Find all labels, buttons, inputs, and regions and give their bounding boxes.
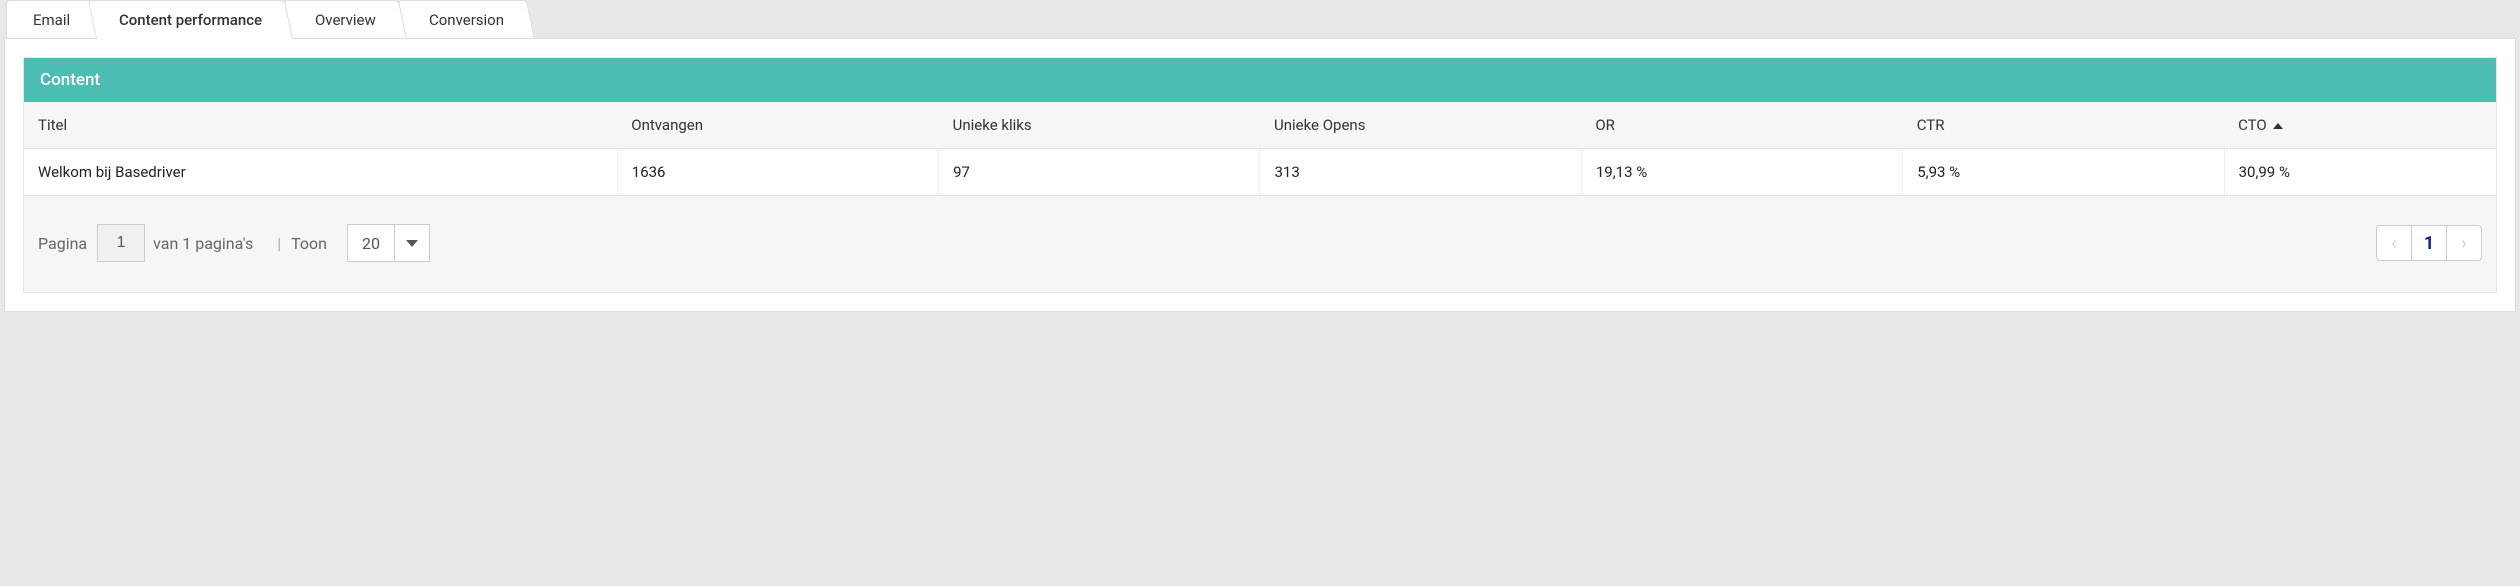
of-pages: van 1 pagina's <box>153 234 253 253</box>
tab-label: Content performance <box>119 11 262 29</box>
cell-ctr: 5,93 % <box>1903 149 2224 196</box>
page-input[interactable] <box>97 224 145 262</box>
cell-or: 19,13 % <box>1581 149 1902 196</box>
tab-label: Email <box>33 11 70 29</box>
page-size-value: 20 <box>348 225 395 261</box>
cell-uopens: 313 <box>1260 149 1581 196</box>
page-nav: ‹ 1 › <box>2377 225 2482 261</box>
cell-ukliks: 97 <box>939 149 1260 196</box>
tab-content-performance[interactable]: Content performance <box>88 0 293 39</box>
tab-overview[interactable]: Overview <box>284 0 407 39</box>
tab-email[interactable]: Email <box>6 0 97 39</box>
col-ctr[interactable]: CTR <box>1903 102 2224 149</box>
content-table: Titel Ontvangen Unieke kliks Unieke Open… <box>24 102 2496 196</box>
col-titel[interactable]: Titel <box>24 102 617 149</box>
prev-page-button[interactable]: ‹ <box>2376 225 2412 261</box>
chevron-right-icon: › <box>2461 233 2466 254</box>
card-header: Content <box>24 58 2496 102</box>
tab-label: Conversion <box>429 11 504 29</box>
panel-frame: Content Titel Ontvangen Unieke kliks Uni… <box>4 38 2516 312</box>
next-page-button[interactable]: › <box>2446 225 2482 261</box>
tab-conversion[interactable]: Conversion <box>398 0 535 39</box>
col-unieke-kliks[interactable]: Unieke kliks <box>939 102 1260 149</box>
chevron-left-icon: ‹ <box>2391 233 2396 254</box>
divider: | <box>277 234 281 253</box>
cell-cto: 30,99 % <box>2224 149 2496 196</box>
cell-titel: Welkom bij Basedriver <box>24 149 617 196</box>
cell-ontvangen: 1636 <box>617 149 938 196</box>
col-cto[interactable]: CTO <box>2224 102 2496 149</box>
col-or[interactable]: OR <box>1581 102 1902 149</box>
pagination-bar: Pagina van 1 pagina's | Toon 20 ‹ 1 › <box>24 196 2496 262</box>
tab-label: Overview <box>315 11 376 29</box>
page-size-select[interactable]: 20 <box>347 224 430 262</box>
col-unieke-opens[interactable]: Unieke Opens <box>1260 102 1581 149</box>
page-label: Pagina <box>38 234 87 253</box>
chevron-down-icon <box>395 225 429 261</box>
table-row[interactable]: Welkom bij Basedriver 1636 97 313 19,13 … <box>24 149 2496 196</box>
card-title: Content <box>40 70 100 90</box>
page-1-button[interactable]: 1 <box>2411 225 2447 261</box>
sort-asc-icon <box>2273 123 2283 129</box>
tabs: Email Content performance Overview Conve… <box>0 0 2520 39</box>
col-ontvangen[interactable]: Ontvangen <box>617 102 938 149</box>
show-label: Toon <box>291 234 327 253</box>
content-card: Content Titel Ontvangen Unieke kliks Uni… <box>23 57 2497 293</box>
